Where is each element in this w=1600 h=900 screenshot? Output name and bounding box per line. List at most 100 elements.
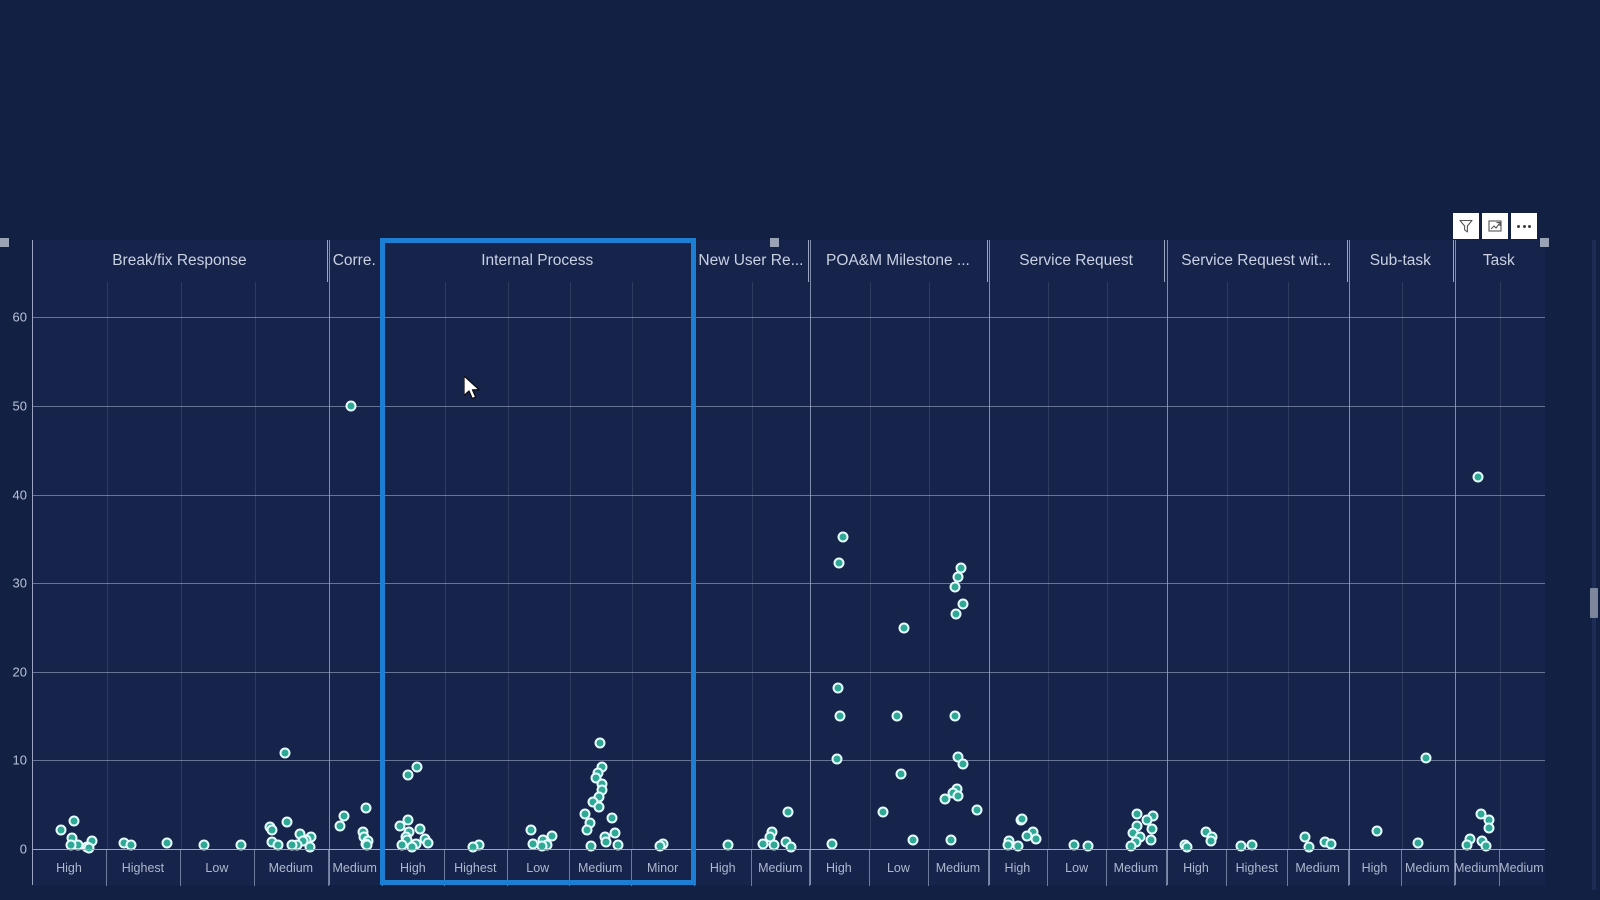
data-point[interactable] — [360, 802, 372, 814]
data-point[interactable] — [950, 608, 962, 620]
x-axis-tick-label[interactable]: Medium — [254, 850, 328, 886]
x-axis-tick-label[interactable]: Highest — [1226, 850, 1287, 886]
x-axis-tick-label[interactable]: Medium — [928, 850, 988, 886]
data-point[interactable] — [891, 710, 903, 722]
data-point[interactable] — [593, 801, 605, 813]
data-point[interactable] — [345, 400, 357, 412]
data-point[interactable] — [422, 837, 434, 849]
issue-type-header[interactable]: Internal Process — [382, 240, 694, 282]
x-axis-tick-separator — [1226, 850, 1227, 886]
data-point[interactable] — [949, 581, 961, 593]
visual-resize-handle-top-right[interactable] — [1540, 238, 1549, 247]
issue-type-header[interactable]: Corre. — [328, 240, 382, 282]
y-axis-tick-0: 0 — [19, 841, 27, 857]
data-point[interactable] — [68, 815, 80, 827]
data-point[interactable] — [1420, 752, 1432, 764]
group-separator — [695, 240, 696, 885]
vertical-scrollbar[interactable] — [1590, 240, 1598, 890]
x-axis-tick-label[interactable]: Minor — [631, 850, 693, 886]
data-point[interactable] — [161, 837, 173, 849]
data-point[interactable] — [939, 793, 951, 805]
x-axis-tick-label[interactable]: Highest — [444, 850, 506, 886]
data-point[interactable] — [1483, 822, 1495, 834]
data-point[interactable] — [831, 753, 843, 765]
data-point[interactable] — [782, 806, 794, 818]
data-point[interactable] — [1412, 837, 1424, 849]
scatter-chart-visual[interactable]: 0 10 20 30 40 50 60 Break/fix Response Corre. In… — [0, 240, 1560, 885]
x-axis-tick-label[interactable]: High — [1348, 850, 1401, 886]
data-point[interactable] — [832, 682, 844, 694]
data-point[interactable] — [1371, 825, 1383, 837]
data-point[interactable] — [281, 816, 293, 828]
data-point[interactable] — [971, 804, 983, 816]
issue-type-header[interactable]: Task — [1454, 240, 1544, 282]
data-point[interactable] — [1146, 823, 1158, 835]
scrollbar-thumb[interactable] — [1590, 588, 1598, 618]
data-point[interactable] — [949, 710, 961, 722]
data-point[interactable] — [898, 622, 910, 634]
visual-resize-handle-top-mid[interactable] — [770, 238, 779, 247]
x-axis-tick-separator — [1401, 850, 1402, 886]
data-point[interactable] — [55, 824, 67, 836]
x-axis-tick-label[interactable]: Highest — [106, 850, 180, 886]
data-point[interactable] — [279, 747, 291, 759]
data-point[interactable] — [600, 836, 612, 848]
data-point[interactable] — [1016, 813, 1028, 825]
data-point[interactable] — [833, 557, 845, 569]
data-point[interactable] — [581, 824, 592, 835]
data-point[interactable] — [609, 827, 621, 839]
more-options-icon[interactable] — [1511, 213, 1537, 239]
gridline-y-50 — [33, 406, 1545, 407]
x-axis-tick-label[interactable]: Medium — [1401, 850, 1454, 886]
y-axis-tick-50: 50 — [12, 398, 27, 414]
data-point[interactable] — [1145, 834, 1157, 846]
x-axis-tick-label[interactable]: Low — [1047, 850, 1106, 886]
data-point[interactable] — [907, 834, 919, 846]
data-point[interactable] — [1030, 833, 1042, 845]
data-point[interactable] — [952, 790, 964, 802]
x-axis-tick-label[interactable]: Low — [869, 850, 929, 886]
x-axis-tick-label[interactable]: High — [988, 850, 1047, 886]
x-axis-tick-label[interactable]: High — [694, 850, 752, 886]
x-axis-tick-label[interactable]: High — [382, 850, 444, 886]
x-axis-tick-label[interactable]: Medium — [1454, 850, 1499, 886]
data-point[interactable] — [945, 834, 957, 846]
data-point[interactable] — [895, 768, 907, 780]
x-axis-tick-label[interactable]: Medium — [328, 850, 382, 886]
data-point[interactable] — [266, 824, 278, 835]
data-point[interactable] — [1472, 471, 1484, 483]
x-axis-tick-label[interactable]: Medium — [1499, 850, 1544, 886]
x-axis-tick-separator — [809, 850, 810, 886]
issue-type-header[interactable]: POA&M Milestone ... — [809, 240, 988, 282]
x-axis-tick-label[interactable]: High — [1166, 850, 1227, 886]
x-axis-tick-label[interactable]: Low — [180, 850, 254, 886]
visual-resize-handle-top-left[interactable] — [0, 238, 9, 247]
issue-type-header[interactable]: Service Request wit... — [1165, 240, 1348, 282]
x-axis-tick-label[interactable]: Medium — [569, 850, 631, 886]
x-axis-tick-label[interactable]: High — [32, 850, 106, 886]
data-point[interactable] — [834, 710, 846, 722]
data-point[interactable] — [411, 761, 423, 773]
data-point[interactable] — [957, 758, 969, 770]
data-point[interactable] — [334, 820, 346, 832]
focus-mode-icon[interactable] — [1482, 213, 1508, 239]
data-point[interactable] — [957, 598, 969, 610]
data-point[interactable] — [837, 531, 849, 543]
issue-type-header[interactable]: Service Request — [988, 240, 1166, 282]
x-axis-tick-label[interactable]: High — [809, 850, 869, 886]
data-point[interactable] — [525, 824, 537, 835]
x-axis-tick-label[interactable]: Medium — [1106, 850, 1165, 886]
x-axis-tick-label[interactable]: Medium — [1287, 850, 1348, 886]
x-axis-tick-label[interactable]: Medium — [751, 850, 809, 886]
data-point[interactable] — [1205, 835, 1217, 847]
filter-icon[interactable] — [1453, 213, 1479, 239]
issue-type-header[interactable]: New User Re... — [694, 240, 810, 282]
issue-type-header[interactable]: Sub-task — [1348, 240, 1454, 282]
data-point[interactable] — [402, 769, 414, 781]
issue-type-header[interactable]: Break/fix Response — [32, 240, 328, 282]
x-axis-tick-label[interactable]: Low — [507, 850, 569, 886]
data-point[interactable] — [877, 806, 889, 818]
data-point[interactable] — [594, 737, 606, 749]
plot-area[interactable] — [32, 240, 1545, 885]
data-point[interactable] — [606, 812, 618, 824]
